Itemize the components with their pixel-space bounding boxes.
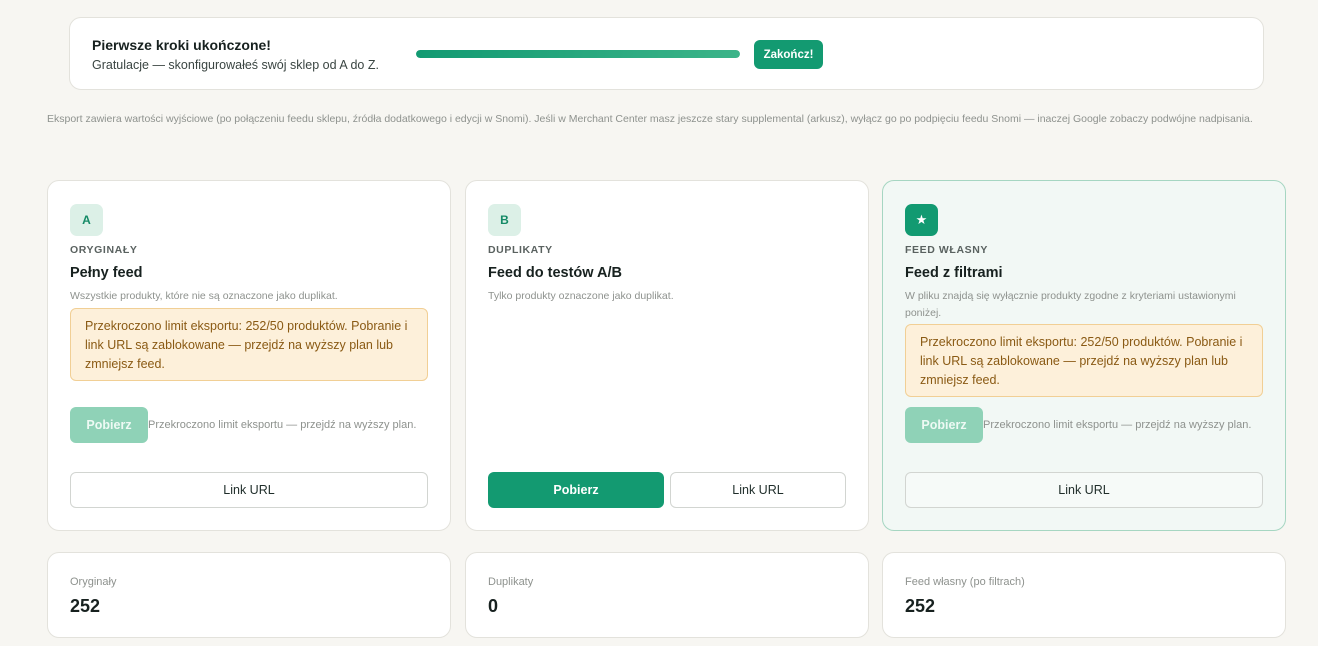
stat-custom-feed: Feed własny (po filtrach) 252 (882, 552, 1286, 638)
stat-value: 0 (488, 596, 499, 616)
stat-value: 252 (905, 596, 936, 616)
star-icon: ★ (905, 204, 938, 236)
export-info-text: Eksport zawiera wartości wyjściowe (po p… (47, 113, 1253, 125)
stat-label: Oryginały (70, 576, 117, 588)
stat-label: Duplikaty (488, 576, 534, 588)
card-kicker: ORYGINAŁY (70, 244, 138, 256)
card-duplicates: B DUPLIKATY Feed do testów A/B Tylko pro… (465, 180, 869, 531)
progress-fill (416, 50, 740, 58)
link-url-button[interactable]: Link URL (70, 472, 428, 508)
card-custom-feed: ★ FEED WŁASNY Feed z filtrami W pliku zn… (882, 180, 1286, 531)
stat-duplicates: Duplikaty 0 (465, 552, 869, 638)
onboarding-banner: Pierwsze kroki ukończone! Gratulacje — s… (69, 17, 1264, 90)
finish-button[interactable]: Zakończ! (754, 40, 823, 69)
card-title: Pełny feed (70, 265, 143, 281)
badge-b: B (488, 204, 521, 236)
download-button-disabled[interactable]: Pobierz (905, 407, 983, 443)
card-description: Wszystkie produkty, które nie są oznaczo… (70, 290, 338, 302)
card-kicker: FEED WŁASNY (905, 244, 989, 256)
stat-originals: Oryginały 252 (47, 552, 451, 638)
export-limit-alert: Przekroczono limit eksportu: 252/50 prod… (905, 324, 1263, 397)
banner-title: Pierwsze kroki ukończone! (92, 37, 271, 53)
card-title: Feed do testów A/B (488, 265, 622, 281)
card-originals: A ORYGINAŁY Pełny feed Wszystkie produkt… (47, 180, 451, 531)
card-description: W pliku znajdą się wyłącznie produkty zg… (905, 290, 1236, 319)
banner-subtitle: Gratulacje — skonfigurowałeś swój sklep … (92, 58, 379, 72)
card-kicker: DUPLIKATY (488, 244, 553, 256)
link-url-button[interactable]: Link URL (905, 472, 1263, 508)
stat-value: 252 (70, 596, 101, 616)
link-url-button[interactable]: Link URL (670, 472, 846, 508)
download-button-disabled[interactable]: Pobierz (70, 407, 148, 443)
download-button[interactable]: Pobierz (488, 472, 664, 508)
export-limit-alert: Przekroczono limit eksportu: 252/50 prod… (70, 308, 428, 381)
card-description: Tylko produkty oznaczone jako duplikat. (488, 290, 674, 302)
stat-label: Feed własny (po filtrach) (905, 576, 1025, 588)
badge-a: A (70, 204, 103, 236)
card-title: Feed z filtrami (905, 265, 1003, 281)
onboarding-progress-bar (416, 50, 740, 58)
